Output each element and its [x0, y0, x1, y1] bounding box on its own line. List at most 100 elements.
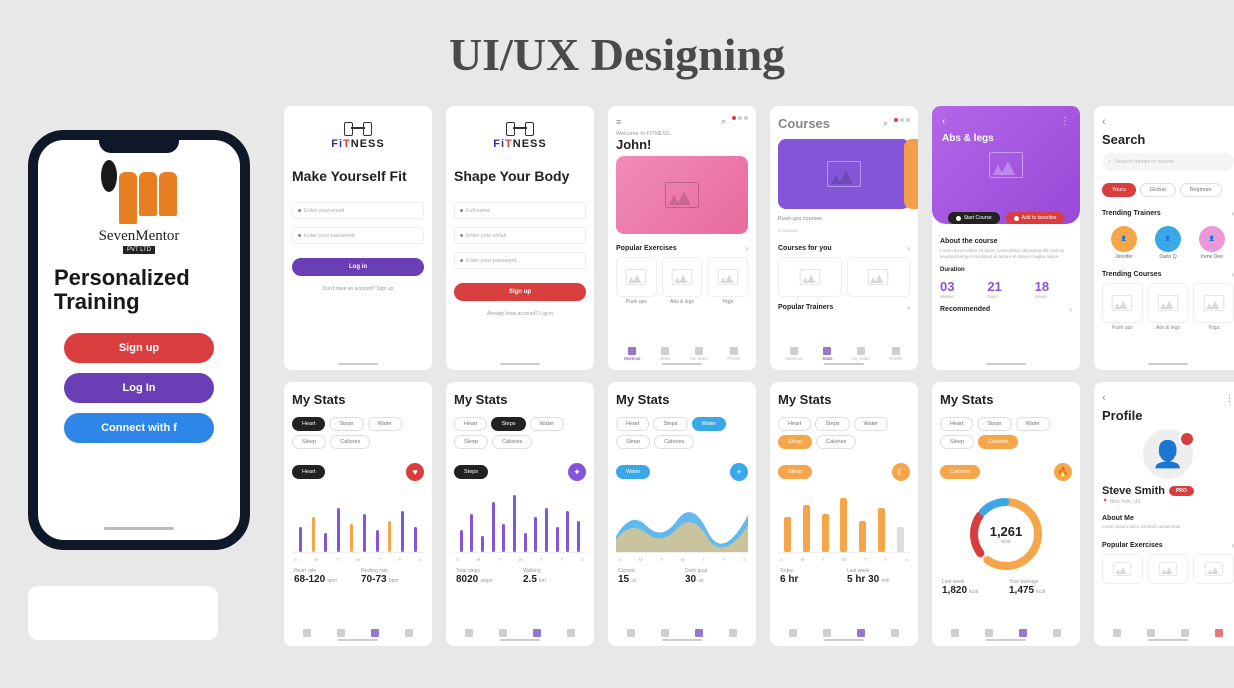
home-indicator: [104, 527, 174, 530]
tab-profile[interactable]: Profile: [727, 347, 740, 361]
stat-chip[interactable]: Heart: [940, 417, 973, 431]
login-submit-button[interactable]: Log in: [292, 258, 424, 276]
about-text: Lorem ipsum dolor sit amet consectetur: [1102, 524, 1234, 529]
password-input[interactable]: Enter your password: [454, 252, 586, 269]
chevron-right-icon[interactable]: ›: [907, 303, 910, 312]
calories-fab[interactable]: 🔥: [1054, 463, 1072, 481]
more-icon[interactable]: ⋮: [1060, 116, 1070, 127]
sleep-fab[interactable]: ☾: [892, 463, 910, 481]
section-label: Popular Trainers: [778, 304, 833, 311]
back-icon[interactable]: ‹: [1102, 116, 1106, 128]
heart-fab[interactable]: ♥: [406, 463, 424, 481]
stat-chip[interactable]: Steps: [815, 417, 849, 431]
steps-fab[interactable]: ✦: [568, 463, 586, 481]
stat-chip[interactable]: Heart: [778, 417, 811, 431]
start-course-button[interactable]: Start Course: [948, 212, 1000, 224]
course-hero[interactable]: [778, 139, 910, 209]
course-thumb[interactable]: [847, 257, 911, 297]
add-favorites-button[interactable]: Add to favorites: [1006, 212, 1065, 224]
search-icon[interactable]: ⌕: [721, 116, 726, 127]
exercise-thumb[interactable]: [662, 257, 703, 297]
signup-submit-button[interactable]: Sign up: [454, 283, 586, 301]
email-input[interactable]: Enter your email: [454, 227, 586, 244]
selected-chip[interactable]: Water: [616, 465, 650, 479]
selected-chip[interactable]: Calories: [940, 465, 980, 479]
chevron-right-icon[interactable]: ›: [1069, 305, 1072, 314]
course-thumb[interactable]: [1102, 283, 1143, 323]
chevron-right-icon[interactable]: ›: [907, 244, 910, 253]
stat-chip[interactable]: Heart: [454, 417, 487, 431]
back-icon[interactable]: ‹: [942, 116, 945, 127]
menu-icon[interactable]: ≡: [616, 117, 621, 127]
filter-chip[interactable]: Beginner: [1180, 183, 1222, 197]
more-icon[interactable]: ⋮: [1225, 393, 1234, 404]
stat-chip[interactable]: Steps: [329, 417, 363, 431]
stat-chip[interactable]: Calories: [654, 435, 694, 449]
exercise-thumb[interactable]: [1193, 554, 1234, 584]
email-input[interactable]: Enter your email: [292, 202, 424, 219]
tab-stats[interactable]: Stats: [660, 347, 670, 361]
stat-chip[interactable]: Heart: [292, 417, 325, 431]
stat-chip[interactable]: Heart: [616, 417, 649, 431]
stat-chip[interactable]: Calories: [330, 435, 370, 449]
profile-name: Steve SmithPRO: [1102, 485, 1234, 497]
tab-mystats[interactable]: My Stats: [852, 347, 870, 361]
image-placeholder-icon: [827, 161, 861, 187]
trainer-item[interactable]: 👤Irene Dee: [1199, 226, 1225, 260]
stat-chip[interactable]: Calories: [492, 435, 532, 449]
stat-chip[interactable]: Calories: [978, 435, 1018, 449]
back-icon[interactable]: ‹: [1102, 392, 1106, 404]
stat-chip[interactable]: Sleep: [292, 435, 326, 449]
duration-label: Duration: [940, 267, 1072, 273]
course-thumb[interactable]: [778, 257, 842, 297]
tab-profile[interactable]: Profile: [889, 347, 902, 361]
chevron-right-icon[interactable]: ›: [745, 244, 748, 253]
login-link[interactable]: Already have account? Log in: [454, 311, 586, 317]
stat-chip[interactable]: Sleep: [778, 435, 812, 449]
signup-link[interactable]: Don't have an account? Sign up: [292, 286, 424, 292]
stat-chip[interactable]: Water: [1016, 417, 1050, 431]
tab-workout[interactable]: Workout: [786, 347, 803, 361]
stat-chip[interactable]: Steps: [653, 417, 687, 431]
stat-chip[interactable]: Sleep: [616, 435, 650, 449]
signup-headline: Shape Your Body: [454, 168, 586, 184]
exercise-thumb[interactable]: [1148, 554, 1189, 584]
stat-chip[interactable]: Calories: [816, 435, 856, 449]
stat-chip[interactable]: Water: [692, 417, 726, 431]
tab-workout[interactable]: Workout: [624, 347, 641, 361]
connect-button[interactable]: Connect with f: [64, 413, 214, 443]
stat-chip[interactable]: Water: [530, 417, 564, 431]
selected-chip[interactable]: Steps: [454, 465, 488, 479]
stat-chip[interactable]: Steps: [977, 417, 1011, 431]
selected-chip[interactable]: Sleep: [778, 465, 812, 479]
stat-chip[interactable]: Sleep: [940, 435, 974, 449]
hero-card[interactable]: [616, 156, 748, 234]
stat-chip[interactable]: Water: [368, 417, 402, 431]
name-input[interactable]: Full name: [454, 202, 586, 219]
login-button[interactable]: Log In: [64, 373, 214, 403]
filter-chip[interactable]: Global: [1140, 183, 1176, 197]
screen-title: My Stats: [454, 392, 586, 407]
course-thumb[interactable]: [1148, 283, 1189, 323]
signup-button[interactable]: Sign up: [64, 333, 214, 363]
screen-home: ≡⌕ Welcome to FITNESS John! Popular Exer…: [608, 106, 756, 370]
tab-stats[interactable]: Stats: [822, 347, 832, 361]
stat-chip[interactable]: Sleep: [454, 435, 488, 449]
trainer-item[interactable]: 👤Dario Q: [1155, 226, 1181, 260]
stat-chip[interactable]: Water: [854, 417, 888, 431]
brand-logo: FiTNESS: [454, 138, 586, 150]
exercise-thumb[interactable]: [616, 257, 657, 297]
password-input[interactable]: Enter your password: [292, 227, 424, 244]
exercise-thumb[interactable]: [707, 257, 748, 297]
course-thumb[interactable]: [1193, 283, 1234, 323]
search-icon[interactable]: ⌕: [883, 118, 888, 129]
trainer-item[interactable]: 👤Jennifer: [1111, 226, 1137, 260]
stat-chip[interactable]: Steps: [491, 417, 525, 431]
water-fab[interactable]: +: [730, 463, 748, 481]
search-input[interactable]: ⌕Search trainer or course: [1102, 153, 1234, 171]
exercise-thumb[interactable]: [1102, 554, 1143, 584]
tab-mystats[interactable]: My Stats: [690, 347, 708, 361]
filter-chip[interactable]: Yours: [1102, 183, 1136, 197]
profile-avatar[interactable]: 👤: [1143, 429, 1193, 479]
selected-chip[interactable]: Heart: [292, 465, 325, 479]
